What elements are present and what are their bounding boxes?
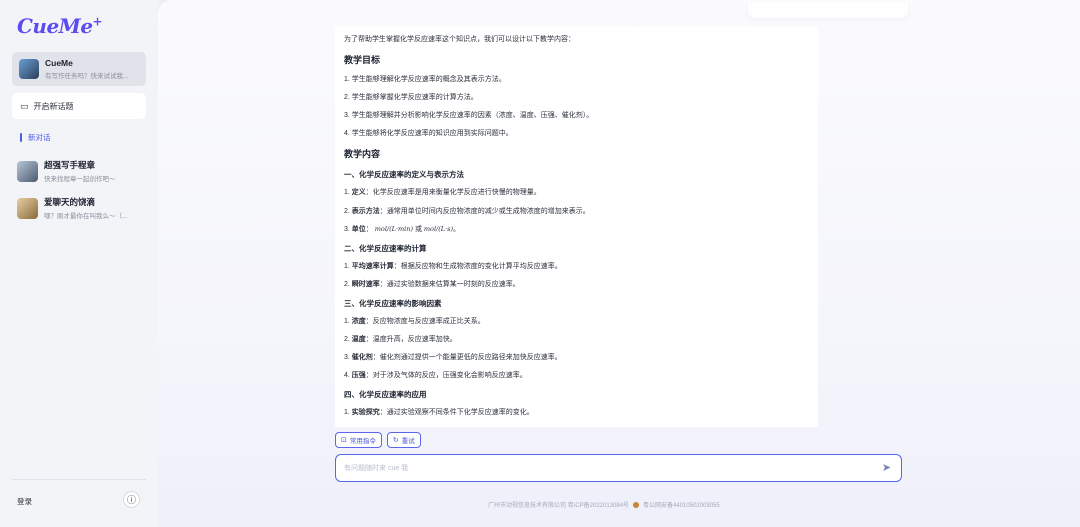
section-title: 四、化学反应速率的应用 xyxy=(344,390,427,400)
send-icon[interactable]: ➤ xyxy=(880,462,893,475)
retry-button[interactable]: ↻ 重试 xyxy=(386,432,421,448)
footer: 广州市动视信息技术有限公司 粤ICP备2022013084号 粤公网安备4401… xyxy=(488,500,720,509)
heading-goals: 教学目标 xyxy=(344,55,381,66)
list-item: 1. 平均速率计算：根据反应物和生成物浓度的变化计算平均反应速率。 xyxy=(344,262,562,270)
top-card-edge xyxy=(748,2,908,18)
message-intro: 为了帮助学生掌握化学反应速率这个知识点，我们可以设计以下教学内容： xyxy=(344,36,575,43)
main-area: 为了帮助学生掌握化学反应速率这个知识点，我们可以设计以下教学内容： 教学目标 1… xyxy=(158,0,1080,527)
history-title: 爱聊天的饶滴 xyxy=(44,197,96,207)
list-item: 3. 单位： mol/(L·min) 或 mol/(L·s)。 xyxy=(344,224,461,233)
agent-card-cueme[interactable]: CueMe 有写作任务吗？快来试试我... xyxy=(12,52,146,86)
assistant-message: 为了帮助学生掌握化学反应速率这个知识点，我们可以设计以下教学内容： 教学目标 1… xyxy=(335,26,818,427)
chat-bubble-icon: ▭ xyxy=(20,100,29,111)
list-item: 4. 压强：对于涉及气体的反应，压强变化会影响反应速率。 xyxy=(344,372,527,380)
avatar xyxy=(17,160,38,182)
common-commands-button[interactable]: ⊡ 常用指令 xyxy=(335,432,382,448)
list-item: 1. 学生能够理解化学反应速率的概念及其表示方法。 xyxy=(344,76,506,84)
list-item: 2. 温度：温度升高，反应速率加快。 xyxy=(344,336,457,344)
chip-label: 常用指令 xyxy=(349,438,376,445)
agent-subtitle: 有写作任务吗？快来试试我... xyxy=(45,73,129,80)
section-title: 一、化学反应速率的定义与表示方法 xyxy=(344,170,464,180)
footer-company: 广州市动视信息技术有限公司 粤ICP备2022013084号 xyxy=(488,503,630,509)
section-title: 三、化学反应速率的影响因素 xyxy=(344,298,442,308)
refresh-icon: ↻ xyxy=(392,437,399,444)
new-topic-label: 开启新话题 xyxy=(33,101,74,111)
new-topic-button[interactable]: ▭ 开启新话题 xyxy=(12,93,146,119)
list-item: 1. 浓度：反应物浓度与反应速率成正比关系。 xyxy=(344,317,485,325)
footer-police: 粤公网安备44010502003055 xyxy=(643,503,720,509)
list-item: 2. 表示方法：通常用单位时间内反应物浓度的减少或生成物浓度的增加来表示。 xyxy=(344,207,590,215)
action-chips: ⊡ 常用指令 ↻ 重试 xyxy=(335,432,421,448)
list-item: 1. 实验探究：通过实验观察不同条件下化学反应速率的变化。 xyxy=(344,409,534,417)
history-item[interactable]: 爱聊天的饶滴 嘿？刚才最你在叫我么～（... xyxy=(17,195,151,221)
list-item: 3. 学生能够理解并分析影响化学反应速率的因素（浓度、温度、压强、催化剂）。 xyxy=(344,112,594,120)
list-item: 4. 学生能够将化学反应速率的知识应用到实际问题中。 xyxy=(344,130,513,138)
chat-input[interactable] xyxy=(344,461,864,475)
avatar xyxy=(19,59,39,79)
divider xyxy=(12,479,146,480)
avatar xyxy=(17,197,38,219)
sidebar-item-new-chat[interactable]: 新对话 xyxy=(20,132,51,143)
new-chat-label: 新对话 xyxy=(28,133,51,142)
list-item: 2. 学生能够掌握化学反应速率的计算方法。 xyxy=(344,94,478,102)
list-item: 3. 催化剂：催化剂通过提供一个能量更低的反应路径来加快反应速率。 xyxy=(344,354,562,362)
heading-content: 教学内容 xyxy=(344,149,381,160)
info-icon[interactable]: ⓘ xyxy=(123,491,140,508)
sidebar: CueMe+ CueMe 有写作任务吗？快来试试我... ▭ 开启新话题 新对话… xyxy=(0,0,158,527)
agent-title: CueMe xyxy=(45,58,73,68)
active-indicator xyxy=(20,133,22,142)
history-item[interactable]: 超强写手程章 快来找程章一起创作吧～ xyxy=(17,158,151,184)
command-icon: ⊡ xyxy=(341,437,347,444)
chip-label: 重试 xyxy=(401,438,415,445)
history-subtitle: 嘿？刚才最你在叫我么～（... xyxy=(44,213,128,220)
list-item: 1. 定义：化学反应速率是用来衡量化学反应进行快慢的物理量。 xyxy=(344,189,541,197)
police-badge-icon xyxy=(633,501,640,508)
chat-input-box: ➤ xyxy=(335,454,902,482)
history-title: 超强写手程章 xyxy=(44,160,96,170)
section-title: 二、化学反应速率的计算 xyxy=(344,243,427,253)
list-item: 2. 瞬时速率：通过实验数据来估算某一时刻的反应速率。 xyxy=(344,280,520,288)
history-subtitle: 快来找程章一起创作吧～ xyxy=(44,176,116,183)
login-link[interactable]: 登录 xyxy=(17,496,32,507)
cueme-logo[interactable]: CueMe+ xyxy=(17,14,103,38)
